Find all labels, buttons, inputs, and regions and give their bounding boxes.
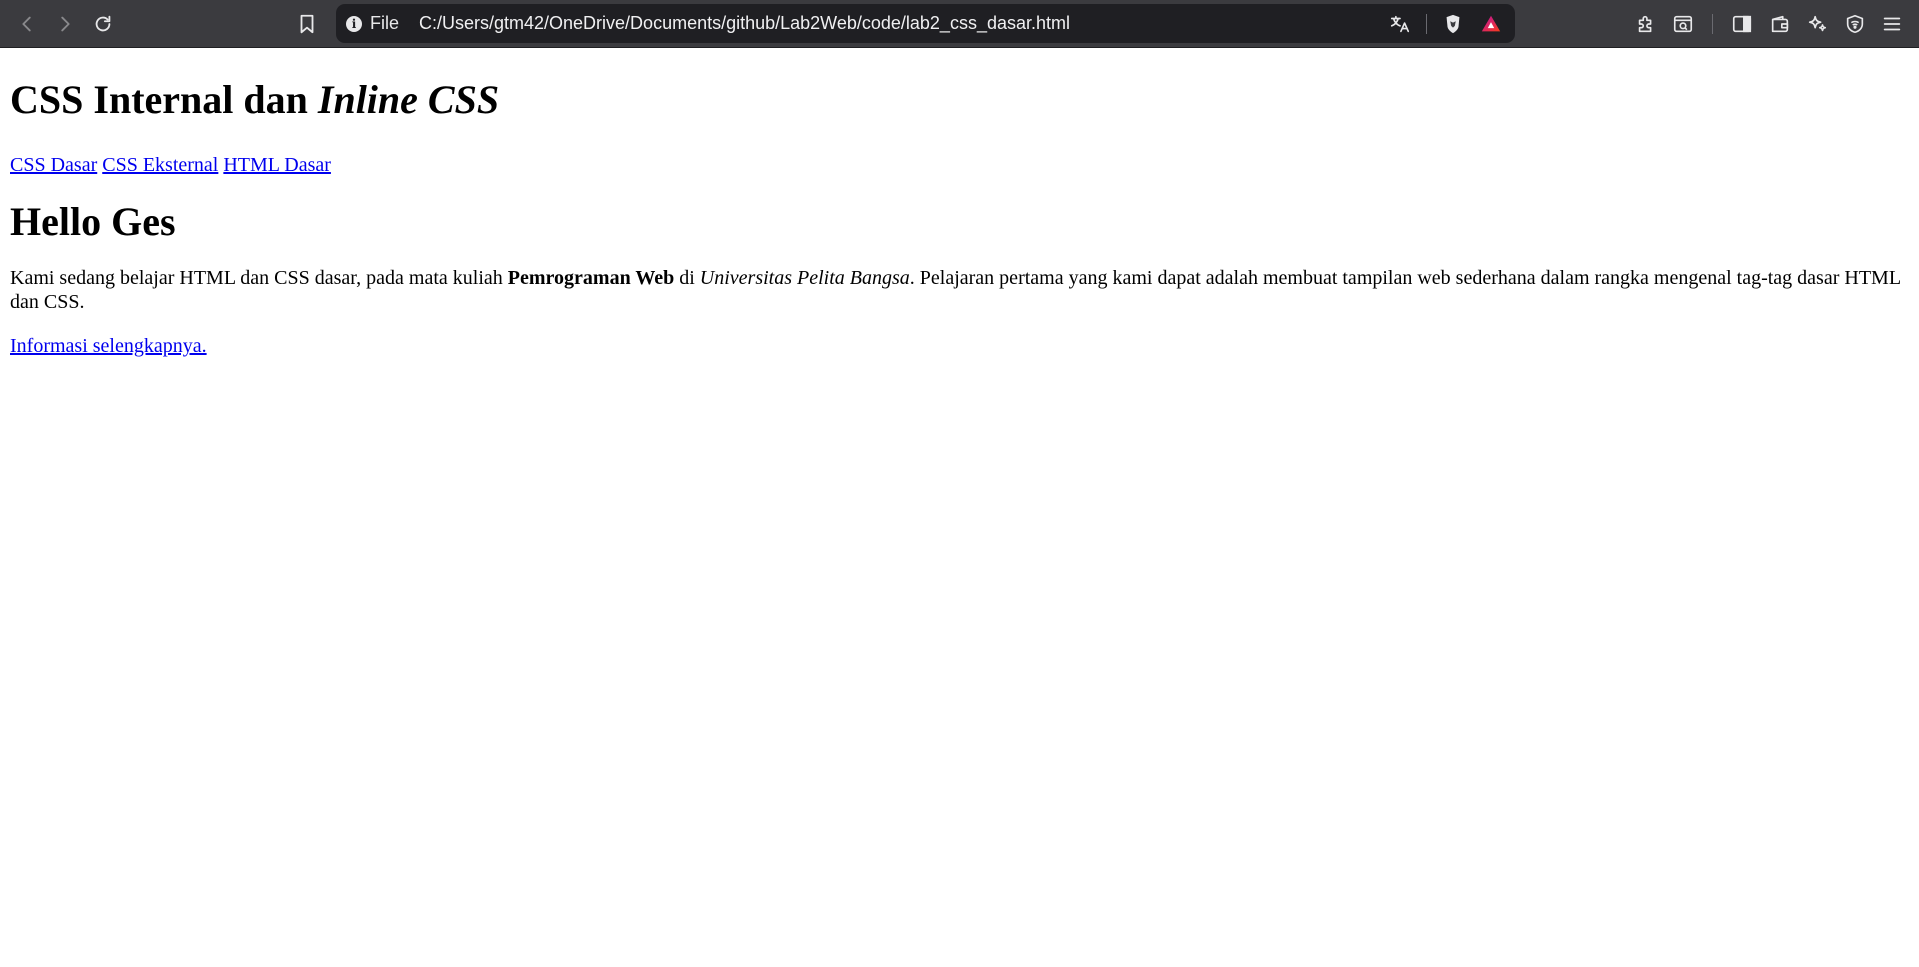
forward-button[interactable] [50, 9, 80, 39]
separator [1426, 13, 1427, 34]
translate-icon [1390, 15, 1410, 32]
leo-ai-icon [1808, 15, 1827, 32]
info-icon: i [346, 15, 362, 32]
brave-shields-icon [1446, 14, 1460, 33]
link-css-eksternal[interactable]: CSS Eksternal [102, 154, 218, 176]
paragraph-text-2: di [674, 267, 700, 289]
link-html-dasar[interactable]: HTML Dasar [223, 154, 331, 176]
forward-arrow-icon [61, 16, 70, 32]
extensions-button[interactable] [1631, 9, 1661, 39]
translate-button[interactable] [1388, 12, 1412, 36]
page-title: CSS Internal dan Inline CSS [10, 77, 1909, 123]
browser-toolbar: i File C:/Users/gtm42/OneDrive/Documents… [0, 0, 1919, 48]
link-css-dasar[interactable]: CSS Dasar [10, 154, 97, 176]
brave-rewards-button[interactable] [1479, 12, 1503, 36]
address-bar[interactable]: i File C:/Users/gtm42/OneDrive/Documents… [336, 4, 1515, 43]
leo-ai-button[interactable] [1802, 9, 1832, 39]
nav-links: CSS Dasar CSS Eksternal HTML Dasar [10, 153, 1909, 177]
more-info-link[interactable]: Informasi selengkapnya. [10, 335, 207, 357]
back-button[interactable] [12, 9, 42, 39]
reader-mode-button[interactable] [1668, 9, 1698, 39]
reload-button[interactable] [88, 9, 118, 39]
vpn-button[interactable] [1840, 9, 1870, 39]
sidebar-button[interactable] [1727, 9, 1757, 39]
toolbar-separator [1712, 14, 1713, 34]
site-info-label: File [370, 13, 400, 33]
bookmark-button[interactable] [292, 9, 322, 39]
site-info-button[interactable]: i File [346, 4, 399, 43]
paragraph-text-1: Kami sedang belajar HTML dan CSS dasar, … [10, 267, 508, 289]
page-title-plain: CSS Internal dan [10, 77, 318, 122]
brave-rewards-icon [1481, 15, 1501, 31]
sidebar-icon [1732, 15, 1752, 33]
page-content: CSS Internal dan Inline CSS CSS Dasar CS… [10, 49, 1909, 358]
wallet-button[interactable] [1765, 9, 1795, 39]
reader-mode-icon [1673, 15, 1693, 33]
page-title-italic: Inline CSS [317, 77, 500, 122]
extensions-icon [1638, 15, 1652, 33]
menu-button[interactable] [1877, 9, 1907, 39]
reload-icon [95, 15, 111, 32]
paragraph-italic: Universitas Pelita Bangsa [699, 267, 910, 289]
section-heading: Hello Ges [10, 199, 176, 244]
more-info: Informasi selengkapnya. [10, 334, 1909, 358]
wallet-icon [1771, 15, 1789, 33]
body-paragraph: Kami sedang belajar HTML dan CSS dasar, … [10, 266, 1909, 314]
vpn-icon [1846, 14, 1864, 34]
back-arrow-icon [22, 16, 31, 32]
menu-icon [1883, 17, 1901, 31]
brave-shields-button[interactable] [1441, 12, 1465, 36]
bookmark-icon [300, 14, 314, 34]
url-text[interactable]: C:/Users/gtm42/OneDrive/Documents/github… [419, 4, 1070, 43]
paragraph-bold: Pemrograman Web [507, 267, 675, 289]
